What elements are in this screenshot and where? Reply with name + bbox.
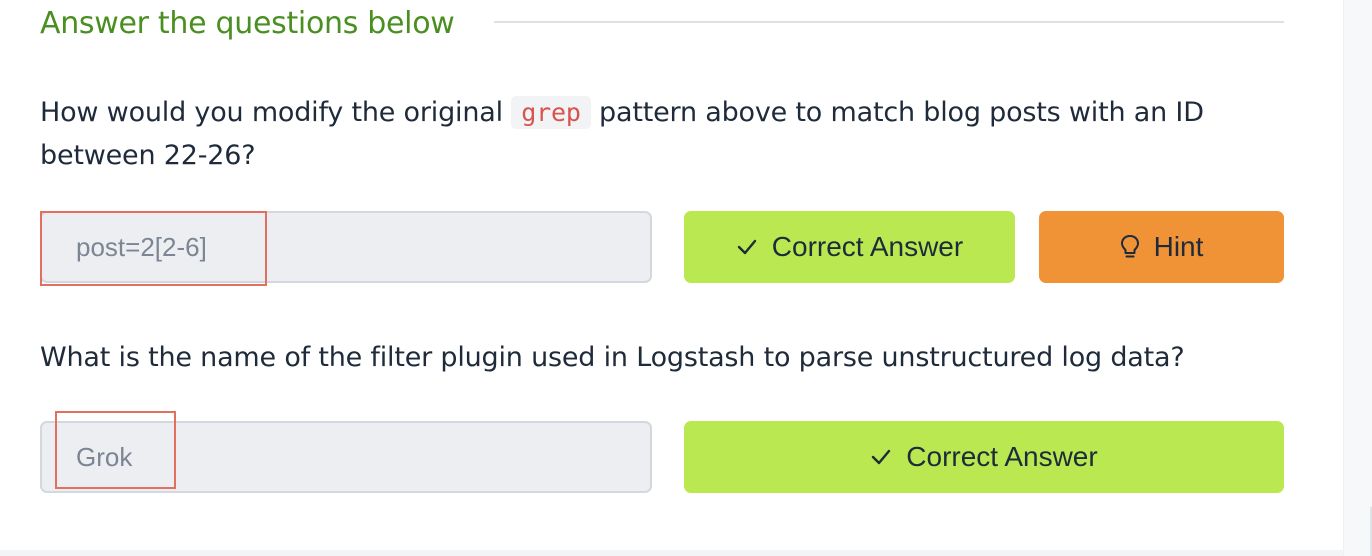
scrollbar-track[interactable] (1343, 0, 1372, 556)
section-title: Answer the questions below (40, 5, 455, 41)
lightbulb-icon (1120, 234, 1140, 260)
section-divider (494, 21, 1284, 23)
question-2-text: What is the name of the filter plugin us… (40, 342, 1185, 373)
check-icon (736, 236, 758, 258)
section-header: Answer the questions below (40, 3, 1284, 43)
question-1-answer-field[interactable]: post=2[2-6] (40, 211, 652, 283)
question-1-text-before: How would you modify the original (40, 97, 512, 128)
question-2-correct-answer-label: Correct Answer (906, 441, 1098, 472)
bottom-edge (0, 550, 1343, 556)
question-2-answer-value: Grok (76, 441, 133, 472)
check-icon (870, 446, 892, 468)
task-questions-panel: Answer the questions below How would you… (0, 0, 1372, 556)
question-1-inline-code: grep (511, 96, 591, 129)
question-2-answer-field[interactable]: Grok (40, 421, 652, 493)
question-1-hint-label: Hint (1153, 231, 1204, 262)
question-1-correct-answer-label: Correct Answer (771, 231, 964, 262)
question-2-correct-answer-button[interactable]: Correct Answer (684, 421, 1284, 493)
question-1-text: How would you modify the original grep p… (40, 91, 1240, 177)
question-1-answer-value: post=2[2-6] (76, 231, 207, 262)
question-1-hint-button[interactable]: Hint (1039, 211, 1284, 283)
question-1-correct-answer-button[interactable]: Correct Answer (684, 211, 1015, 283)
